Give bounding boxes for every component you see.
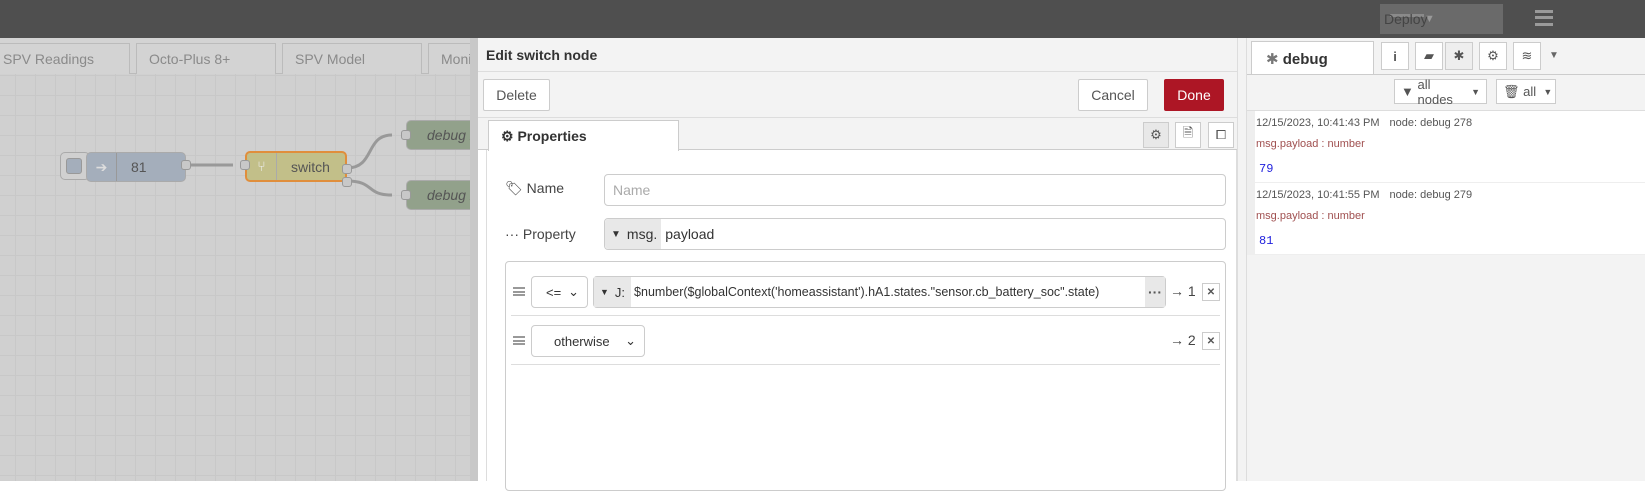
wires xyxy=(182,133,393,197)
flow-tab[interactable]: SPV Model xyxy=(282,43,422,74)
chevron-down-icon[interactable]: ▼ xyxy=(1424,13,1448,25)
done-button[interactable]: Done xyxy=(1164,79,1224,111)
gear-icon[interactable]: ⚙ xyxy=(1143,122,1169,148)
cancel-button[interactable]: Cancel xyxy=(1078,79,1148,111)
debug-message[interactable]: 12/15/2023, 10:41:43 PM node: debug 278 m… xyxy=(1247,111,1645,183)
output-port[interactable] xyxy=(181,160,191,170)
operator-select[interactable]: otherwise ⌄ xyxy=(531,325,645,357)
sidebar-splitter[interactable] xyxy=(1237,38,1247,481)
expand-editor-button[interactable]: ··· xyxy=(1145,277,1165,307)
inject-node[interactable]: ➔ 81 xyxy=(86,152,186,182)
gear-icon[interactable]: ⚙ xyxy=(1479,42,1507,70)
header: Deploy ▼ xyxy=(0,0,1645,38)
flow-tabs: SPV Readings Octo-Plus 8+ SPV Model Moni… xyxy=(0,38,478,74)
flow-tab[interactable]: Octo-Plus 8+ xyxy=(136,43,276,74)
rule-value-input[interactable]: ▼ J: $number($globalContext('homeassistan… xyxy=(593,276,1166,308)
name-label: 🏷 Name xyxy=(505,180,565,196)
appearance-icon[interactable]: ⧠ xyxy=(1208,122,1234,148)
rules-list: <= ⌄ ▼ J: $number($globalContext('homeassi… xyxy=(505,261,1226,491)
name-input[interactable]: Name xyxy=(604,174,1226,206)
tab-properties[interactable]: ⚙ Properties xyxy=(488,120,679,151)
description-icon[interactable]: 🗎 xyxy=(1175,122,1201,148)
book-icon[interactable]: ▰ xyxy=(1415,42,1443,70)
output-port[interactable] xyxy=(342,177,352,187)
ellipsis-icon: ··· xyxy=(505,226,523,242)
debug-message[interactable]: 12/15/2023, 10:41:55 PM node: debug 279 m… xyxy=(1247,183,1645,255)
chevron-down-icon[interactable]: ▼ xyxy=(1549,50,1559,61)
delete-button[interactable]: Delete xyxy=(483,79,550,111)
deploy-button[interactable]: Deploy ▼ xyxy=(1380,4,1503,34)
tag-icon: 🏷 xyxy=(505,180,523,196)
filter-icon: ▼ xyxy=(1401,84,1414,99)
property-type-select[interactable]: ▼ msg. xyxy=(605,219,662,249)
menu-icon[interactable] xyxy=(1535,10,1553,26)
flow-tab[interactable]: SPV Readings xyxy=(0,43,130,74)
edit-switch-panel: Edit switch node Delete Cancel Done ⚙ Pr… xyxy=(470,38,1237,491)
drag-handle-icon[interactable] xyxy=(513,287,525,296)
debug-sidebar: ✱ debug i ▰ ✱ ⚙ ≋ ▼ ▼ all nodes ▼ 🗑 all … xyxy=(1247,38,1645,481)
bug-icon[interactable]: ✱ xyxy=(1445,42,1473,70)
value-type-select[interactable]: ▼ J: xyxy=(594,277,632,307)
remove-rule-button[interactable]: ✕ xyxy=(1202,332,1220,350)
switch-icon: ⑂ xyxy=(247,153,277,180)
clear-button[interactable]: 🗑 all ▼ xyxy=(1496,79,1556,104)
output-port[interactable] xyxy=(342,164,352,174)
property-input[interactable]: ▼ msg. payload xyxy=(604,218,1226,250)
panel-title: Edit switch node xyxy=(478,38,1237,72)
properties-form: 🏷 Name Name ··· Property ▼ msg. payload <… xyxy=(486,150,1237,491)
remove-rule-button[interactable]: ✕ xyxy=(1202,283,1220,301)
bug-icon: ✱ xyxy=(1266,51,1283,68)
arrow-icon: ➔ xyxy=(87,153,117,181)
database-icon[interactable]: ≋ xyxy=(1513,42,1541,70)
switch-node[interactable]: ⑂ switch xyxy=(245,151,347,182)
filter-nodes-button[interactable]: ▼ all nodes ▼ xyxy=(1394,77,1487,107)
input-port[interactable] xyxy=(240,160,250,170)
panel-buttons: Delete Cancel Done xyxy=(478,72,1237,118)
info-icon[interactable]: i xyxy=(1381,42,1409,70)
input-port[interactable] xyxy=(401,130,411,140)
gear-icon: ⚙ xyxy=(501,128,518,144)
drag-handle-icon[interactable] xyxy=(513,336,525,345)
property-label: ··· Property xyxy=(505,226,576,242)
trash-icon: 🗑 xyxy=(1503,83,1520,99)
operator-select[interactable]: <= ⌄ xyxy=(531,276,588,308)
input-port[interactable] xyxy=(401,190,411,200)
tab-debug[interactable]: ✱ debug xyxy=(1251,41,1374,74)
panel-tabs: ⚙ Properties ⚙ 🗎 ⧠ xyxy=(478,118,1237,151)
flow-canvas[interactable]: SPV Readings Octo-Plus 8+ SPV Model Moni… xyxy=(0,38,486,481)
debug-messages: 12/15/2023, 10:41:43 PM node: debug 278 m… xyxy=(1247,110,1645,255)
